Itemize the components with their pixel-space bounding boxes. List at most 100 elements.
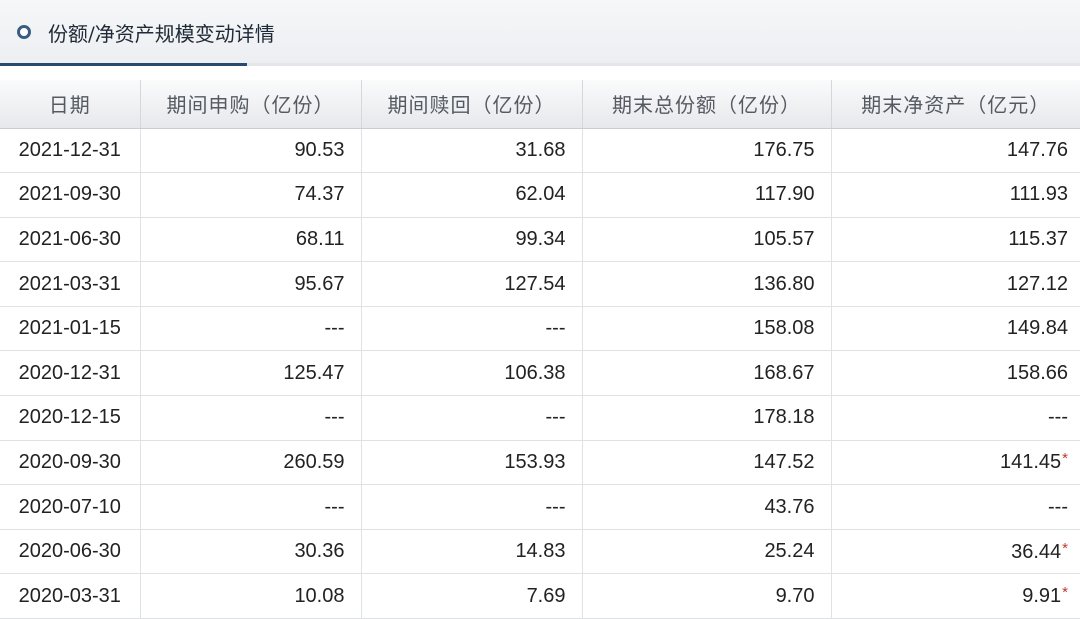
cell-subscription: ---: [140, 395, 362, 441]
cell-subscription: 10.08: [140, 573, 362, 619]
cell-redemption-value: ---: [545, 317, 566, 340]
cell-date: 2020-09-30: [0, 440, 141, 486]
cell-date: 2020-06-30: [0, 529, 141, 575]
table-row: 2020-12-15 --- --- 178.18 ---: [0, 395, 1080, 441]
cell-net-assets: 141.45*: [831, 440, 1080, 486]
cell-date-value: 2020-07-10: [18, 495, 121, 518]
cell-total-shares: 9.70: [582, 573, 832, 619]
cell-net-assets: ---: [831, 395, 1080, 441]
table-row: 2021-01-15 --- --- 158.08 149.84: [0, 306, 1080, 352]
cell-net-assets-value: 147.76: [1006, 138, 1068, 161]
cell-total-shares-value: 25.24: [764, 540, 815, 563]
cell-total-shares: 43.76: [582, 484, 832, 530]
cell-net-assets: 147.76: [831, 128, 1080, 174]
cell-redemption-value: 127.54: [504, 272, 566, 295]
cell-net-assets-value: 36.44: [1011, 540, 1062, 563]
table-body: 2021-12-31 90.53 31.68 176.75 147.76 2021-09-…: [0, 128, 1080, 619]
column-header-redemption: 期间赎回（亿份）: [361, 80, 583, 129]
cell-date: 2021-06-30: [0, 217, 141, 263]
cell-net-assets-value: 141.45: [999, 451, 1062, 474]
cell-subscription: 260.59: [140, 440, 362, 486]
cell-date-value: 2021-01-15: [18, 317, 121, 340]
cell-net-assets-value: 127.12: [1006, 272, 1068, 295]
cell-total-shares: 117.90: [582, 172, 832, 218]
table-row: 2020-12-31 125.47 106.38 168.67 158.66: [0, 350, 1080, 397]
cell-total-shares-value: 176.75: [753, 138, 815, 161]
cell-redemption: ---: [361, 306, 583, 352]
cell-total-shares-value: 117.90: [754, 183, 815, 206]
cell-date-value: 2020-03-31: [18, 584, 121, 607]
cell-subscription-value: 125.47: [283, 361, 345, 384]
cell-date-value: 2021-06-30: [18, 227, 121, 250]
cell-total-shares: 147.52: [582, 440, 832, 486]
cell-date: 2020-12-31: [0, 350, 141, 397]
cell-subscription-value: ---: [324, 406, 345, 429]
cell-date: 2020-03-31: [0, 573, 141, 619]
cell-net-assets: 9.91*: [831, 573, 1080, 619]
cell-subscription: 30.36: [140, 529, 362, 575]
cell-redemption: 99.34: [361, 217, 583, 263]
column-header-total-shares: 期末总份额（亿份）: [582, 80, 832, 129]
column-header-date: 日期: [0, 80, 141, 129]
cell-date-value: 2020-09-30: [18, 450, 121, 473]
cell-redemption-value: 62.04: [515, 183, 566, 206]
panel-header: 份额/净资产规模变动详情: [0, 0, 1080, 66]
cell-subscription: 68.11: [140, 217, 362, 263]
cell-subscription: 74.37: [140, 172, 362, 218]
cell-redemption-value: 153.93: [504, 450, 566, 473]
cell-subscription-value: 10.08: [294, 584, 345, 607]
cell-net-assets: 115.37: [831, 217, 1080, 263]
cell-total-shares: 168.67: [582, 350, 832, 397]
table-row: 2020-06-30 30.36 14.83 25.24 36.44*: [0, 529, 1080, 575]
share-scale-table: 日期 期间申购（亿份） 期间赎回（亿份） 期末总份额（亿份） 期末净资产（亿元）…: [0, 80, 1080, 619]
cell-subscription-value: 68.11: [295, 227, 345, 250]
cell-total-shares-value: 158.08: [753, 317, 815, 340]
cell-redemption: 14.83: [361, 529, 583, 575]
cell-redemption-value: ---: [545, 495, 566, 518]
cell-total-shares-value: 147.52: [753, 450, 815, 473]
cell-date-value: 2021-12-31: [18, 138, 121, 161]
cell-net-assets-value: ---: [1048, 495, 1068, 518]
cell-total-shares-value: 136.80: [753, 272, 815, 295]
table-row: 2021-03-31 95.67 127.54 136.80 127.12: [0, 261, 1080, 307]
cell-net-assets: 36.44*: [831, 529, 1080, 575]
cell-date-value: 2021-03-31: [18, 272, 121, 295]
cell-net-assets-value: 9.91: [1022, 585, 1062, 608]
cell-subscription-value: 30.36: [294, 540, 345, 563]
cell-net-assets: 127.12: [831, 261, 1080, 307]
cell-subscription: 125.47: [140, 350, 362, 397]
cell-net-assets-value: 149.84: [1006, 317, 1068, 340]
cell-net-assets: 111.93: [831, 172, 1080, 218]
cell-redemption-value: ---: [545, 406, 566, 429]
cell-total-shares: 176.75: [582, 128, 832, 174]
cell-total-shares: 136.80: [582, 261, 832, 307]
cell-net-assets: ---: [831, 484, 1080, 530]
table-row: 2020-09-30 260.59 153.93 147.52 141.45*: [0, 440, 1080, 486]
cell-subscription: ---: [140, 306, 362, 352]
cell-date-value: 2020-12-31: [18, 361, 121, 384]
header-spacer: [0, 66, 1080, 80]
cell-date: 2021-09-30: [0, 172, 141, 218]
table-row: 2021-09-30 74.37 62.04 117.90 111.93: [0, 172, 1080, 218]
cell-net-assets-value: 158.66: [1006, 361, 1068, 384]
cell-redemption-value: 31.68: [515, 138, 566, 161]
cell-date: 2021-03-31: [0, 261, 141, 307]
cell-subscription-value: 74.37: [294, 183, 345, 206]
cell-net-assets-value: 115.37: [1008, 227, 1068, 250]
table-row: 2020-07-10 --- --- 43.76 ---: [0, 484, 1080, 530]
column-header-net-assets: 期末净资产（亿元）: [831, 80, 1080, 129]
column-header-subscription: 期间申购（亿份）: [140, 80, 362, 129]
cell-total-shares-value: 105.57: [753, 227, 815, 250]
ring-bullet-icon: [17, 25, 31, 39]
cell-net-assets-value: 111.93: [1009, 183, 1068, 206]
cell-net-assets: 158.66: [831, 350, 1080, 397]
cell-subscription-value: ---: [324, 317, 345, 340]
cell-redemption-value: 106.38: [504, 361, 566, 384]
table-row: 2020-03-31 10.08 7.69 9.70 9.91*: [0, 573, 1080, 619]
panel-title: 份额/净资产规模变动详情: [48, 22, 275, 46]
cell-redemption-value: 99.34: [515, 227, 566, 250]
cell-subscription: 90.53: [140, 128, 362, 174]
cell-redemption: 106.38: [361, 350, 583, 397]
header-accent-bar: [0, 63, 247, 66]
cell-redemption: 31.68: [361, 128, 583, 174]
